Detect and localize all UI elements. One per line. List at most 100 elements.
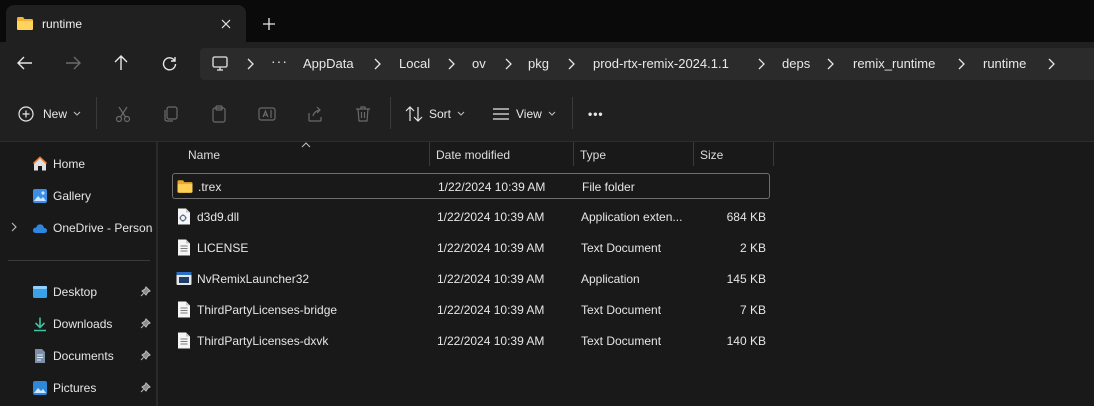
tab-bar: runtime (0, 0, 1094, 44)
chevron-right-icon[interactable] (755, 56, 767, 72)
arrow-left-icon (17, 56, 32, 70)
column-divider[interactable] (693, 142, 694, 166)
view-button[interactable]: View (492, 101, 556, 127)
file-row[interactable]: ThirdPartyLicenses-dxvk 1/22/2024 10:39 … (172, 328, 770, 354)
file-date-modified: 1/22/2024 10:39 AM (437, 303, 545, 317)
chevron-right-icon[interactable] (371, 56, 383, 72)
file-name: d3d9.dll (197, 210, 240, 224)
up-button[interactable] (107, 50, 135, 76)
chevron-right-icon[interactable] (10, 222, 18, 232)
rename-icon (258, 107, 276, 121)
chevron-right-icon[interactable] (1045, 56, 1057, 72)
breadcrumb-deps[interactable]: deps (782, 56, 810, 71)
file-type: Text Document (581, 303, 662, 317)
sort-icon (405, 106, 423, 122)
file-date-modified: 1/22/2024 10:39 AM (438, 180, 546, 194)
refresh-icon (162, 56, 176, 70)
new-button[interactable]: New (18, 101, 81, 127)
file-name: ThirdPartyLicenses-bridge (197, 303, 338, 317)
chevron-down-icon (457, 111, 465, 116)
sidebar-item-home[interactable]: Home (0, 150, 156, 178)
dll-file-icon (178, 208, 190, 225)
chevron-right-icon[interactable] (565, 56, 577, 72)
pin-icon[interactable] (140, 318, 151, 329)
breadcrumb-ov[interactable]: ov (472, 56, 486, 71)
column-divider[interactable] (573, 142, 574, 166)
copy-button[interactable] (162, 101, 180, 127)
file-size: 7 KB (739, 303, 766, 317)
pin-icon[interactable] (140, 382, 151, 393)
file-row[interactable]: d3d9.dll 1/22/2024 10:39 AM Application … (172, 204, 770, 230)
column-divider[interactable] (773, 142, 774, 166)
more-options-button[interactable]: ••• (588, 101, 604, 127)
sidebar-item-label: Desktop (53, 285, 98, 299)
file-type: Text Document (581, 241, 662, 255)
breadcrumb-overflow[interactable]: ··· (271, 53, 288, 69)
sidebar-item-downloads[interactable]: Downloads (0, 310, 156, 338)
refresh-button[interactable] (155, 50, 183, 76)
column-header-name[interactable]: Name (188, 142, 220, 168)
file-name: .trex (198, 180, 222, 194)
chevron-right-icon[interactable] (502, 56, 514, 72)
file-name: LICENSE (197, 241, 249, 255)
file-size: 684 KB (726, 210, 766, 224)
sidebar-item-pictures[interactable]: Pictures (0, 374, 156, 402)
file-row[interactable]: ThirdPartyLicenses-bridge 1/22/2024 10:3… (172, 297, 770, 323)
breadcrumb-remix-runtime[interactable]: remix_runtime (853, 56, 935, 71)
address-bar[interactable]: ··· AppData Local ov pkg prod-rtx-remix-… (200, 48, 1094, 80)
chevron-right-icon[interactable] (955, 56, 967, 72)
chevron-right-icon[interactable] (824, 56, 836, 72)
sidebar-item-onedrive[interactable]: OneDrive - Persona (0, 214, 156, 242)
chevron-right-icon[interactable] (445, 56, 457, 72)
column-header-type[interactable]: Type (580, 142, 606, 168)
file-date-modified: 1/22/2024 10:39 AM (437, 210, 545, 224)
file-date-modified: 1/22/2024 10:39 AM (437, 334, 545, 348)
sidebar-item-documents[interactable]: Documents (0, 342, 156, 370)
pin-icon[interactable] (140, 286, 151, 297)
cloud-icon (32, 224, 48, 233)
text-file-icon (178, 239, 190, 256)
paste-button[interactable] (210, 101, 228, 127)
breadcrumb-local[interactable]: Local (399, 56, 430, 71)
new-tab-button[interactable] (256, 11, 282, 37)
tab-title: runtime (42, 16, 83, 31)
copy-icon (164, 106, 178, 122)
pane-splitter[interactable] (156, 142, 158, 406)
breadcrumb-prod-rtx-remix[interactable]: prod-rtx-remix-2024.1.1 (593, 56, 729, 71)
file-row[interactable]: NvRemixLauncher32 1/22/2024 10:39 AM App… (172, 266, 770, 292)
breadcrumb-runtime[interactable]: runtime (983, 56, 1026, 71)
tab-runtime[interactable]: runtime (6, 5, 246, 42)
chevron-down-icon (73, 111, 81, 116)
sidebar-item-label: Pictures (53, 381, 97, 395)
sidebar-item-desktop[interactable]: Desktop (0, 278, 156, 306)
cut-button[interactable] (114, 101, 132, 127)
chevron-down-icon (548, 111, 556, 116)
sidebar-item-label: Documents (53, 349, 114, 363)
gallery-icon (33, 189, 47, 203)
file-name: ThirdPartyLicenses-dxvk (197, 334, 329, 348)
toolbar-divider (572, 97, 573, 129)
sort-ascending-icon (301, 142, 311, 148)
breadcrumb-appdata[interactable]: AppData (303, 56, 354, 71)
breadcrumb-pkg[interactable]: pkg (528, 56, 549, 71)
sidebar-item-label: Gallery (53, 189, 92, 203)
column-header-date-modified[interactable]: Date modified (436, 142, 510, 168)
close-tab-icon[interactable] (214, 12, 238, 36)
column-divider[interactable] (429, 142, 430, 166)
pin-icon[interactable] (140, 350, 151, 361)
delete-button[interactable] (354, 101, 372, 127)
back-button[interactable] (11, 50, 39, 76)
chevron-right-icon (247, 58, 254, 70)
forward-button[interactable] (59, 50, 87, 76)
plus-icon (263, 18, 275, 30)
file-row[interactable]: .trex 1/22/2024 10:39 AM File folder (172, 173, 770, 199)
rename-button[interactable] (258, 101, 276, 127)
file-type: File folder (582, 180, 635, 194)
file-row[interactable]: LICENSE 1/22/2024 10:39 AM Text Document… (172, 235, 770, 261)
text-file-icon (178, 332, 190, 349)
sidebar-item-gallery[interactable]: Gallery (0, 182, 156, 210)
share-button[interactable] (306, 101, 324, 127)
plus-circle-icon (18, 106, 34, 122)
column-header-size[interactable]: Size (700, 142, 723, 168)
sort-button[interactable]: Sort (405, 101, 465, 127)
